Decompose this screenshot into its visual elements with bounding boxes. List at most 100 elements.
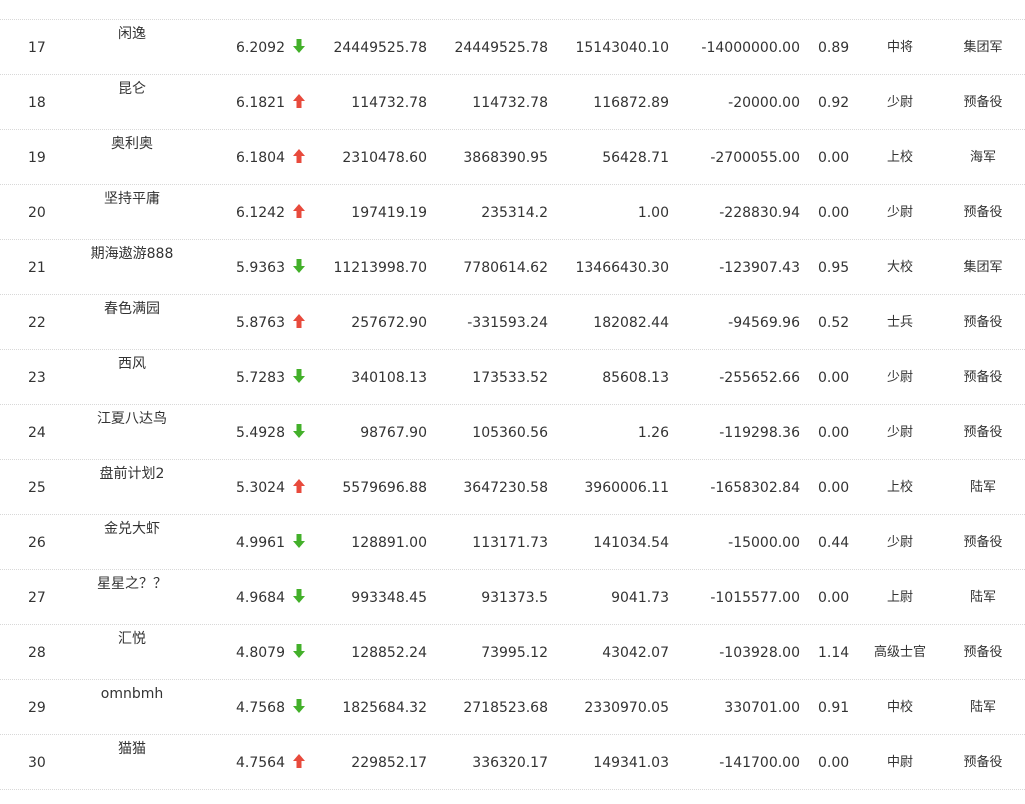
equity-value: 128852.24	[351, 645, 427, 661]
balance-value: 85608.13	[602, 370, 669, 386]
trader-name[interactable]: 昆仑	[72, 81, 192, 97]
military-rank: 中尉	[886, 755, 913, 770]
net-flow-value: -123907.43	[719, 260, 800, 276]
net-flow-value: -1817969.86	[710, 0, 800, 1]
ratio-value: 0.91	[818, 700, 850, 716]
military-rank: 上尉	[886, 590, 913, 605]
score-value: 5.9363	[236, 260, 285, 276]
table-row[interactable]: 22 春色满园 5.8763 257672.90 -331593.24 1820…	[0, 295, 1025, 350]
balance-value: 3960006.11	[584, 480, 669, 496]
military-rank: 少尉	[886, 205, 913, 220]
table-row[interactable]: 27 星星之？？ 4.9684 993348.45 931373.5 9041.…	[0, 570, 1025, 625]
table-row[interactable]: 28 汇悦 4.8079 128852.24 73995.12 43042.07…	[0, 625, 1025, 680]
score-value: 4.9684	[236, 590, 285, 606]
army-branch: 集团军	[963, 40, 1003, 55]
profit-value: 2718523.68	[463, 700, 548, 716]
military-rank: 少尉	[886, 370, 913, 385]
ratio-value: 0.44	[818, 535, 850, 551]
military-rank: 少尉	[886, 95, 913, 110]
equity-value: 340108.13	[351, 370, 427, 386]
ranking-table: 16 希磐投资 6.6458 1763592.17 2041953.31 243…	[0, 0, 1025, 790]
table-row[interactable]: 17 闲逸 6.2092 24449525.78 24449525.78 151…	[0, 20, 1025, 75]
table-row[interactable]: 23 西风 5.7283 340108.13 173533.52 85608.1…	[0, 350, 1025, 405]
score-value: 5.3024	[236, 480, 285, 496]
military-rank: 少尉	[886, 535, 913, 550]
table-row[interactable]: 16 希磐投资 6.6458 1763592.17 2041953.31 243…	[0, 0, 1025, 20]
trader-name[interactable]: 春色满园	[72, 301, 192, 317]
balance-value: 15143040.10	[575, 40, 669, 56]
score-value: 6.1804	[236, 150, 285, 166]
military-rank: 高级士官	[873, 645, 926, 660]
score-value: 6.6458	[236, 0, 285, 1]
trader-name[interactable]: 奥利奥	[72, 136, 192, 152]
army-branch: 预备役	[963, 535, 1003, 550]
profit-value: 114732.78	[472, 95, 548, 111]
trader-name[interactable]: 坚持平庸	[72, 191, 192, 207]
trader-name[interactable]: 江夏八达鸟	[72, 411, 192, 427]
score-value: 4.7568	[236, 700, 285, 716]
trader-name[interactable]: 闲逸	[72, 26, 192, 42]
rank-number: 28	[28, 645, 46, 661]
ratio-value: 0.00	[818, 755, 850, 771]
trader-name[interactable]: 盘前计划2	[72, 466, 192, 482]
rank-number: 19	[28, 150, 46, 166]
arrow-down-icon	[293, 369, 305, 385]
rank-number: 23	[28, 370, 46, 386]
army-branch: 预备役	[963, 370, 1003, 385]
table-row[interactable]: 18 昆仑 6.1821 114732.78 114732.78 116872.…	[0, 75, 1025, 130]
rank-number: 29	[28, 700, 46, 716]
balance-value: 141034.54	[593, 535, 669, 551]
ratio-value: 0.00	[818, 480, 850, 496]
rank-number: 21	[28, 260, 46, 276]
equity-value: 11213998.70	[333, 260, 427, 276]
army-branch: 预备役	[963, 645, 1003, 660]
score-value: 4.7564	[236, 755, 285, 771]
ratio-value: 1.14	[818, 645, 850, 661]
equity-value: 197419.19	[351, 205, 427, 221]
balance-value: 9041.73	[611, 590, 669, 606]
ratio-value: 0.00	[818, 205, 850, 221]
trader-name[interactable]: 期海遨游888	[72, 246, 192, 262]
rank-number: 20	[28, 205, 46, 221]
trader-name[interactable]: 汇悦	[72, 631, 192, 647]
equity-value: 128891.00	[351, 535, 427, 551]
table-row[interactable]: 24 江夏八达鸟 5.4928 98767.90 105360.56 1.26 …	[0, 405, 1025, 460]
equity-value: 114732.78	[351, 95, 427, 111]
table-row[interactable]: 21 期海遨游888 5.9363 11213998.70 7780614.62…	[0, 240, 1025, 295]
table-row[interactable]: 20 坚持平庸 6.1242 197419.19 235314.2 1.00 -…	[0, 185, 1025, 240]
profit-value: -331593.24	[467, 315, 548, 331]
profit-value: 2041953.31	[463, 0, 548, 1]
balance-value: 1.00	[637, 205, 669, 221]
trader-name[interactable]: 金兑大虾	[72, 521, 192, 537]
trader-name[interactable]: 星星之？？	[72, 576, 192, 592]
equity-value: 257672.90	[351, 315, 427, 331]
balance-value: 116872.89	[593, 95, 669, 111]
table-row[interactable]: 25 盘前计划2 5.3024 5579696.88 3647230.58 39…	[0, 460, 1025, 515]
profit-value: 113171.73	[472, 535, 548, 551]
army-branch: 预备役	[963, 315, 1003, 330]
table-row[interactable]: 30 猫猫 4.7564 229852.17 336320.17 149341.…	[0, 735, 1025, 790]
rank-number: 27	[28, 590, 46, 606]
arrow-down-icon	[293, 534, 305, 550]
military-rank: 中校	[860, 0, 940, 1]
rank-number: 22	[28, 315, 46, 331]
arrow-up-icon	[293, 149, 305, 165]
trader-name[interactable]: 猫猫	[72, 741, 192, 757]
equity-value: 229852.17	[351, 755, 427, 771]
balance-value: 56428.71	[602, 150, 669, 166]
army-branch: 陆军	[969, 480, 996, 495]
net-flow-value: -119298.36	[719, 425, 800, 441]
arrow-up-icon	[293, 94, 305, 110]
arrow-up-icon	[293, 754, 305, 770]
table-row[interactable]: 19 奥利奥 6.1804 2310478.60 3868390.95 5642…	[0, 130, 1025, 185]
trader-name[interactable]: 西风	[72, 356, 192, 372]
balance-value: 182082.44	[593, 315, 669, 331]
table-row[interactable]: 29 omnbmh 4.7568 1825684.32 2718523.68 2…	[0, 680, 1025, 735]
arrow-up-icon	[293, 204, 305, 220]
army-branch: 陆军	[969, 700, 996, 715]
profit-value: 105360.56	[472, 425, 548, 441]
army-branch: 预备役	[963, 205, 1003, 220]
trader-name[interactable]: omnbmh	[72, 686, 192, 702]
table-row[interactable]: 26 金兑大虾 4.9961 128891.00 113171.73 14103…	[0, 515, 1025, 570]
profit-value: 336320.17	[472, 755, 548, 771]
